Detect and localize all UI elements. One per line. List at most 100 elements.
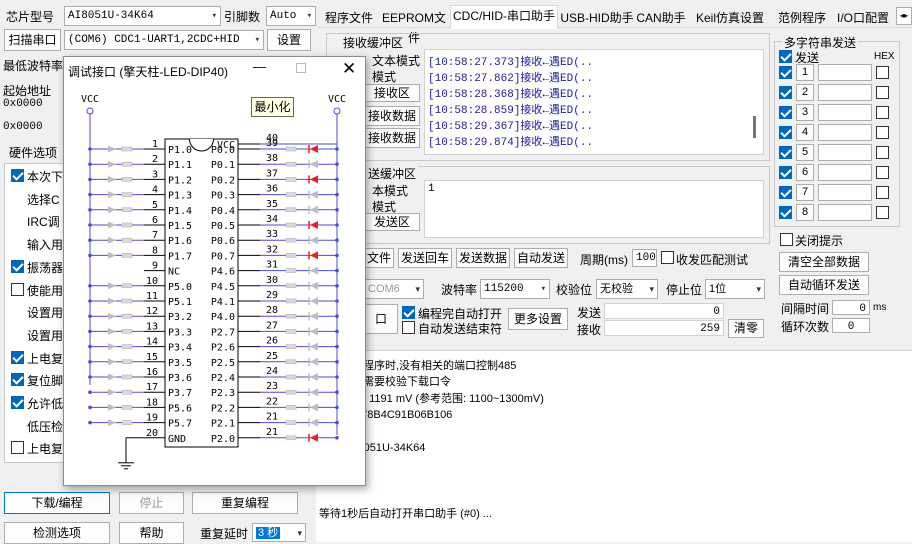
maximize-window-icon[interactable] (296, 63, 306, 73)
multi-row-checkbox[interactable] (779, 186, 792, 199)
hw-option-checkbox[interactable] (11, 373, 24, 387)
hw-option-checkbox[interactable] (11, 169, 24, 182)
port-select[interactable]: (COM6) CDC1-UART1,2CDC+HID ▾ (64, 30, 264, 50)
auto-send-button[interactable]: 自动发送 (514, 248, 568, 268)
hw-option-checkbox[interactable] (11, 350, 24, 364)
left-pin-resistor (121, 405, 133, 410)
stop-bits-select[interactable]: 1位 ▾ (705, 279, 765, 299)
settings-button[interactable]: 设置 (267, 29, 311, 51)
multi-row-send-button[interactable]: 5 (796, 144, 814, 161)
close-icon[interactable]: ✕ (342, 59, 356, 79)
clear-rx-button[interactable]: 接收区 (364, 84, 420, 102)
multi-row-input[interactable] (818, 184, 872, 201)
hw-option-checkbox[interactable] (11, 259, 24, 273)
multi-row-input[interactable] (818, 104, 872, 121)
clear-tx-button[interactable]: 发送区 (364, 213, 420, 231)
multi-row-input[interactable] (818, 144, 872, 161)
auto-loop-button[interactable]: 自动循环发送 (779, 275, 869, 295)
clear-all-button[interactable]: 清空全部数据 (779, 252, 869, 272)
multi-row-input[interactable] (818, 124, 872, 141)
tx-text-area[interactable]: 1 (424, 180, 764, 238)
detect-options-button[interactable]: 检测选项 (4, 522, 110, 544)
download-button[interactable]: 下载/编程 (4, 492, 110, 514)
multi-row-hex-checkbox[interactable] (876, 166, 889, 179)
stop-button[interactable]: 停止 (119, 492, 184, 514)
close-tip-checkbox[interactable] (780, 233, 793, 246)
multi-row-hex-checkbox[interactable] (876, 86, 889, 99)
send-file-button[interactable]: 文件 (364, 248, 394, 268)
multi-row-hex-checkbox[interactable] (876, 126, 889, 139)
hw-option-checkbox[interactable] (11, 282, 24, 296)
multi-row-send-button[interactable]: 7 (796, 184, 814, 201)
save-rx-button[interactable]: 接收数据 (364, 106, 420, 126)
multi-row-send-button[interactable]: 6 (796, 164, 814, 181)
multi-row-checkbox[interactable] (779, 206, 792, 219)
tab-usb-hid[interactable]: USB-HID助手 (560, 8, 634, 28)
interval-input[interactable]: 0 (832, 300, 870, 315)
multi-row-send-button[interactable]: 1 (796, 64, 814, 81)
more-settings-button[interactable]: 更多设置 (508, 308, 568, 330)
multi-row-input[interactable] (818, 84, 872, 101)
multi-row-hex-checkbox[interactable] (876, 66, 889, 79)
help-button[interactable]: 帮助 (119, 522, 184, 544)
copy-rx-button[interactable]: 接收数据 (364, 128, 420, 148)
period-input[interactable]: 100 (632, 249, 657, 267)
parity-select[interactable]: 无校验 ▾ (596, 279, 658, 299)
tab-program-file[interactable]: 程序文件 (320, 8, 378, 28)
left-pin-led (108, 343, 116, 351)
left-pin-number: 3 (152, 169, 158, 180)
multi-row-checkbox[interactable] (779, 166, 792, 179)
chevron-down-icon: ▾ (306, 11, 312, 21)
clear-count-button[interactable]: 清零 (728, 319, 764, 338)
multi-row-input[interactable] (818, 164, 872, 181)
message-log[interactable]: 下载用户程序时,没有相关的端口控制485 下载时不需要校验下载口令 参考电压: 11… (316, 350, 912, 542)
repeat-delay-select[interactable]: 3 秒 ▾ (252, 523, 306, 542)
multi-row-input[interactable] (818, 64, 872, 81)
auto-tx-end-checkbox[interactable] (402, 321, 415, 334)
hw-option-checkbox[interactable] (11, 396, 24, 409)
match-test-checkbox[interactable] (661, 251, 674, 264)
minimize-window-icon[interactable]: — (253, 59, 267, 74)
multi-row-checkbox[interactable] (779, 126, 792, 139)
multi-row-send-button[interactable]: 8 (796, 204, 814, 221)
send-enter-button[interactable]: 发送回车 (398, 248, 452, 268)
start-addr-field-1[interactable]: 0x0000 (0, 96, 63, 113)
send-data-button[interactable]: 发送数据 (456, 248, 510, 268)
com-select[interactable]: COM6 ▾ (364, 279, 424, 299)
pin-count-select[interactable]: Auto ▾ (266, 6, 316, 26)
reprogram-button[interactable]: 重复编程 (192, 492, 298, 514)
hw-option-checkbox[interactable] (11, 441, 24, 455)
auto-open-checkbox[interactable] (402, 306, 415, 319)
multi-row-checkbox[interactable] (779, 86, 792, 99)
multi-row-hex-checkbox[interactable] (876, 106, 889, 119)
multi-row-checkbox[interactable] (779, 106, 792, 119)
tab-eeprom-file[interactable]: EEPROM文件 (380, 8, 448, 45)
tab-scroll-arrows[interactable]: ◂▸ (896, 7, 912, 25)
loop-count-input[interactable]: 0 (832, 318, 870, 333)
open-port-button[interactable]: 口 (364, 304, 398, 334)
dialog-titlebar[interactable]: 调试接口 (擎天柱-LED-DIP40) — ✕ (64, 57, 365, 85)
multi-row-send-button[interactable]: 4 (796, 124, 814, 141)
multi-row-input[interactable] (818, 204, 872, 221)
start-addr-field-2[interactable]: 0x0000 (0, 119, 63, 136)
tab-io-config[interactable]: I/O口配置 (832, 8, 894, 28)
rx-scrollbar-thumb[interactable] (753, 116, 756, 138)
multi-row-checkbox[interactable] (779, 146, 792, 159)
left-pin-name: P1.3 (168, 191, 192, 202)
tab-keil-sim[interactable]: Keil仿真设置 (688, 8, 772, 28)
multi-row-send-button[interactable]: 2 (796, 84, 814, 101)
multi-row-hex-checkbox[interactable] (876, 186, 889, 199)
multi-row-hex-checkbox[interactable] (876, 146, 889, 159)
hw-option-label: 低压检 (27, 419, 64, 434)
multi-row-send-button[interactable]: 3 (796, 104, 814, 121)
tab-can[interactable]: CAN助手 (636, 8, 686, 28)
multi-row-checkbox[interactable] (779, 66, 792, 79)
multi-row-hex-checkbox[interactable] (876, 206, 889, 219)
tab-examples[interactable]: 范例程序 (774, 8, 830, 28)
rx-text-area[interactable]: [10:58:27.373]接收←遇ED(.. [10:58:27.862]接收←… (424, 49, 764, 155)
tab-cdc-hid-serial[interactable]: CDC/HID-串口助手 (450, 5, 558, 29)
baud-select[interactable]: 115200 ▾ (480, 279, 550, 299)
multi-send-all-checkbox[interactable] (779, 50, 792, 63)
chip-model-select[interactable]: AI8051U-34K64 ▾ (64, 6, 221, 26)
scan-port-button[interactable]: 扫描串口 (4, 29, 61, 51)
